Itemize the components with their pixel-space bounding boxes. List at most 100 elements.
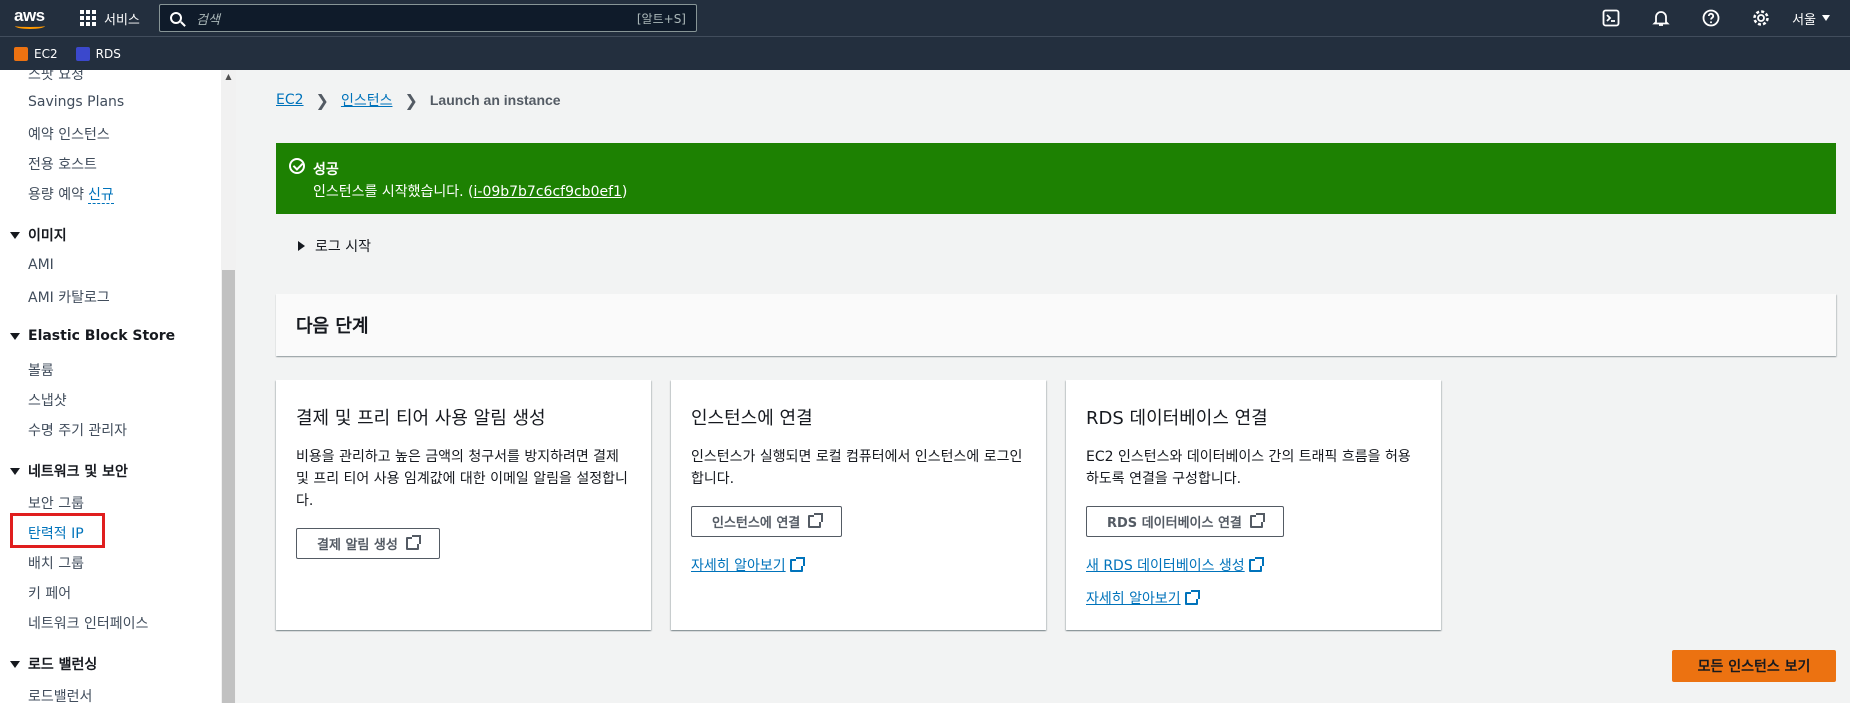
create-billing-alerts-button[interactable]: 결제 알림 생성 <box>296 528 440 559</box>
launch-log-toggle[interactable]: 로그 시작 <box>298 236 371 256</box>
sidebar-item-ami-catalog[interactable]: AMI 카탈로그 <box>28 287 110 307</box>
top-navigation: aws 서비스 검색 [알트+S] 서울 <box>0 0 1850 36</box>
link-label: 자세히 알아보기 <box>1086 591 1181 607</box>
card-body: 인스턴스가 실행되면 로컬 컴퓨터에서 인스턴스에 로그인합니다. <box>691 449 1023 487</box>
breadcrumb-ec2[interactable]: EC2 <box>276 92 304 108</box>
sidebar-item-placement-groups[interactable]: 배치 그룹 <box>28 553 84 573</box>
external-link-icon <box>808 513 824 528</box>
sidebar-item-savings-plans[interactable]: Savings Plans <box>28 94 124 110</box>
sidebar-item-spot-requests[interactable]: 스팟 요청 <box>28 70 84 84</box>
sidebar-item-label: 용량 예약 <box>28 187 84 203</box>
card-title: 결제 및 프리 티어 사용 알림 생성 <box>296 408 546 429</box>
help-icon[interactable] <box>1686 0 1736 36</box>
link-label: 새 RDS 데이터베이스 생성 <box>1086 558 1245 574</box>
external-link-icon <box>1184 589 1200 605</box>
sidebar-section-label: 로드 밸런싱 <box>28 657 98 673</box>
sidebar-section-network-security[interactable]: 네트워크 및 보안 <box>10 461 128 481</box>
learn-more-link[interactable]: 자세히 알아보기 <box>1086 588 1200 608</box>
flash-message-text: 인스턴스를 시작했습니다. ( <box>313 184 474 200</box>
breadcrumb-instances[interactable]: 인스턴스 <box>341 90 393 110</box>
card-rds-connect: RDS 데이터베이스 연결 EC2 인스턴스와 데이터베이스 간의 트래픽 흐름… <box>1066 380 1441 630</box>
sidebar-scrollbar-thumb[interactable] <box>222 270 235 703</box>
launch-log-label: 로그 시작 <box>315 239 371 255</box>
favorite-ec2[interactable]: EC2 <box>14 46 58 61</box>
sidebar-section-label: 네트워크 및 보안 <box>28 464 128 480</box>
sidebar-item-lifecycle-manager[interactable]: 수명 주기 관리자 <box>28 420 127 440</box>
button-label: 결제 알림 생성 <box>317 538 398 553</box>
create-rds-link[interactable]: 새 RDS 데이터베이스 생성 <box>1086 555 1264 575</box>
flash-message-end: ) <box>621 184 628 200</box>
sidebar-item-volumes[interactable]: 볼륨 <box>28 360 54 380</box>
card-title: RDS 데이터베이스 연결 <box>1086 408 1268 429</box>
sidebar-section-ebs[interactable]: Elastic Block Store <box>10 328 175 344</box>
external-link-icon <box>405 535 421 550</box>
services-label: 서비스 <box>104 12 140 28</box>
sidebar-item-key-pairs[interactable]: 키 페어 <box>28 583 71 603</box>
chevron-right-icon: ❯ <box>315 90 329 110</box>
button-label: 인스턴스에 연결 <box>712 516 801 531</box>
sidebar-item-capacity-reservations[interactable]: 용량 예약 신규 <box>28 184 114 204</box>
external-link-icon <box>1248 556 1264 572</box>
cloudshell-icon[interactable] <box>1586 0 1636 36</box>
flash-title: 성공 <box>313 162 339 178</box>
region-selector[interactable]: 서울 <box>1786 9 1850 28</box>
view-all-instances-button[interactable]: 모든 인스턴스 보기 <box>1672 650 1836 682</box>
caret-down-icon <box>10 332 20 340</box>
sidebar-section-images[interactable]: 이미지 <box>10 225 67 245</box>
caret-down-icon <box>10 231 20 239</box>
search-icon <box>170 12 182 24</box>
highlight-annotation <box>10 513 105 548</box>
external-link-icon <box>1249 513 1265 528</box>
button-label: RDS 데이터베이스 연결 <box>1107 516 1242 531</box>
next-steps-title: 다음 단계 <box>296 316 369 337</box>
card-billing-alerts: 결제 및 프리 티어 사용 알림 생성 비용을 관리하고 높은 금액의 청구서를… <box>276 380 651 630</box>
scroll-up-arrow-icon[interactable]: ▲ <box>222 72 235 84</box>
top-icons: 서울 <box>1586 0 1850 36</box>
card-title: 인스턴스에 연결 <box>691 408 813 429</box>
services-menu-button[interactable]: 서비스 <box>80 0 140 36</box>
external-link-icon <box>789 556 805 572</box>
link-label: 자세히 알아보기 <box>691 558 786 574</box>
search-shortcut: [알트+S] <box>636 11 686 26</box>
favorite-ec2-label: EC2 <box>34 46 58 61</box>
sidebar-section-label: 이미지 <box>28 228 67 244</box>
favorites-bar: EC2 RDS <box>0 36 1850 70</box>
next-steps-header: 다음 단계 <box>276 294 1836 356</box>
ec2-icon <box>14 46 28 61</box>
card-body: 비용을 관리하고 높은 금액의 청구서를 방지하려면 결제 및 프리 티어 사용… <box>296 449 628 509</box>
sidebar-item-ami[interactable]: AMI <box>28 257 54 273</box>
chevron-down-icon <box>1822 15 1830 21</box>
sidebar-item-security-groups[interactable]: 보안 그룹 <box>28 493 84 513</box>
sidebar-section-label: Elastic Block Store <box>28 328 176 344</box>
sidebar: 스팟 요청 Savings Plans 예약 인스턴스 전용 호스트 용량 예약… <box>0 70 236 703</box>
caret-down-icon <box>10 660 20 668</box>
learn-more-link[interactable]: 자세히 알아보기 <box>691 555 805 575</box>
success-flashbar: 성공 인스턴스를 시작했습니다. (i-09b7b7c6cf9cb0ef1) <box>276 143 1836 214</box>
sidebar-item-network-interfaces[interactable]: 네트워크 인터페이스 <box>28 613 148 633</box>
card-body: EC2 인스턴스와 데이터베이스 간의 트래픽 흐름을 허용하도록 연결을 구성… <box>1086 449 1411 487</box>
gear-icon[interactable] <box>1736 0 1786 36</box>
sidebar-item-dedicated-hosts[interactable]: 전용 호스트 <box>28 154 97 174</box>
grid-icon <box>80 10 96 26</box>
bell-icon[interactable] <box>1636 0 1686 36</box>
search-placeholder: 검색 <box>196 12 220 28</box>
connect-rds-button[interactable]: RDS 데이터베이스 연결 <box>1086 506 1284 537</box>
aws-logo-smile <box>15 23 45 29</box>
search-input[interactable]: 검색 [알트+S] <box>159 4 697 32</box>
sidebar-item-reserved-instances[interactable]: 예약 인스턴스 <box>28 124 110 144</box>
sidebar-item-snapshots[interactable]: 스냅샷 <box>28 390 67 410</box>
favorite-rds-label: RDS <box>95 46 121 61</box>
region-label: 서울 <box>1792 12 1816 28</box>
instance-id-link[interactable]: i-09b7b7c6cf9cb0ef1 <box>474 184 622 200</box>
caret-right-icon <box>298 241 305 251</box>
sidebar-item-load-balancers[interactable]: 로드밸런서 <box>28 686 92 703</box>
flash-message: 인스턴스를 시작했습니다. (i-09b7b7c6cf9cb0ef1) <box>313 181 627 201</box>
favorite-rds[interactable]: RDS <box>75 46 121 61</box>
breadcrumb-current: Launch an instance <box>429 92 561 108</box>
breadcrumb: EC2 ❯ 인스턴스 ❯ Launch an instance <box>276 90 561 110</box>
check-circle-icon <box>289 158 305 174</box>
card-connect-instance: 인스턴스에 연결 인스턴스가 실행되면 로컬 컴퓨터에서 인스턴스에 로그인합니… <box>671 380 1046 630</box>
connect-instance-button[interactable]: 인스턴스에 연결 <box>691 506 843 537</box>
caret-down-icon <box>10 467 20 475</box>
sidebar-section-load-balancing[interactable]: 로드 밸런싱 <box>10 654 97 674</box>
